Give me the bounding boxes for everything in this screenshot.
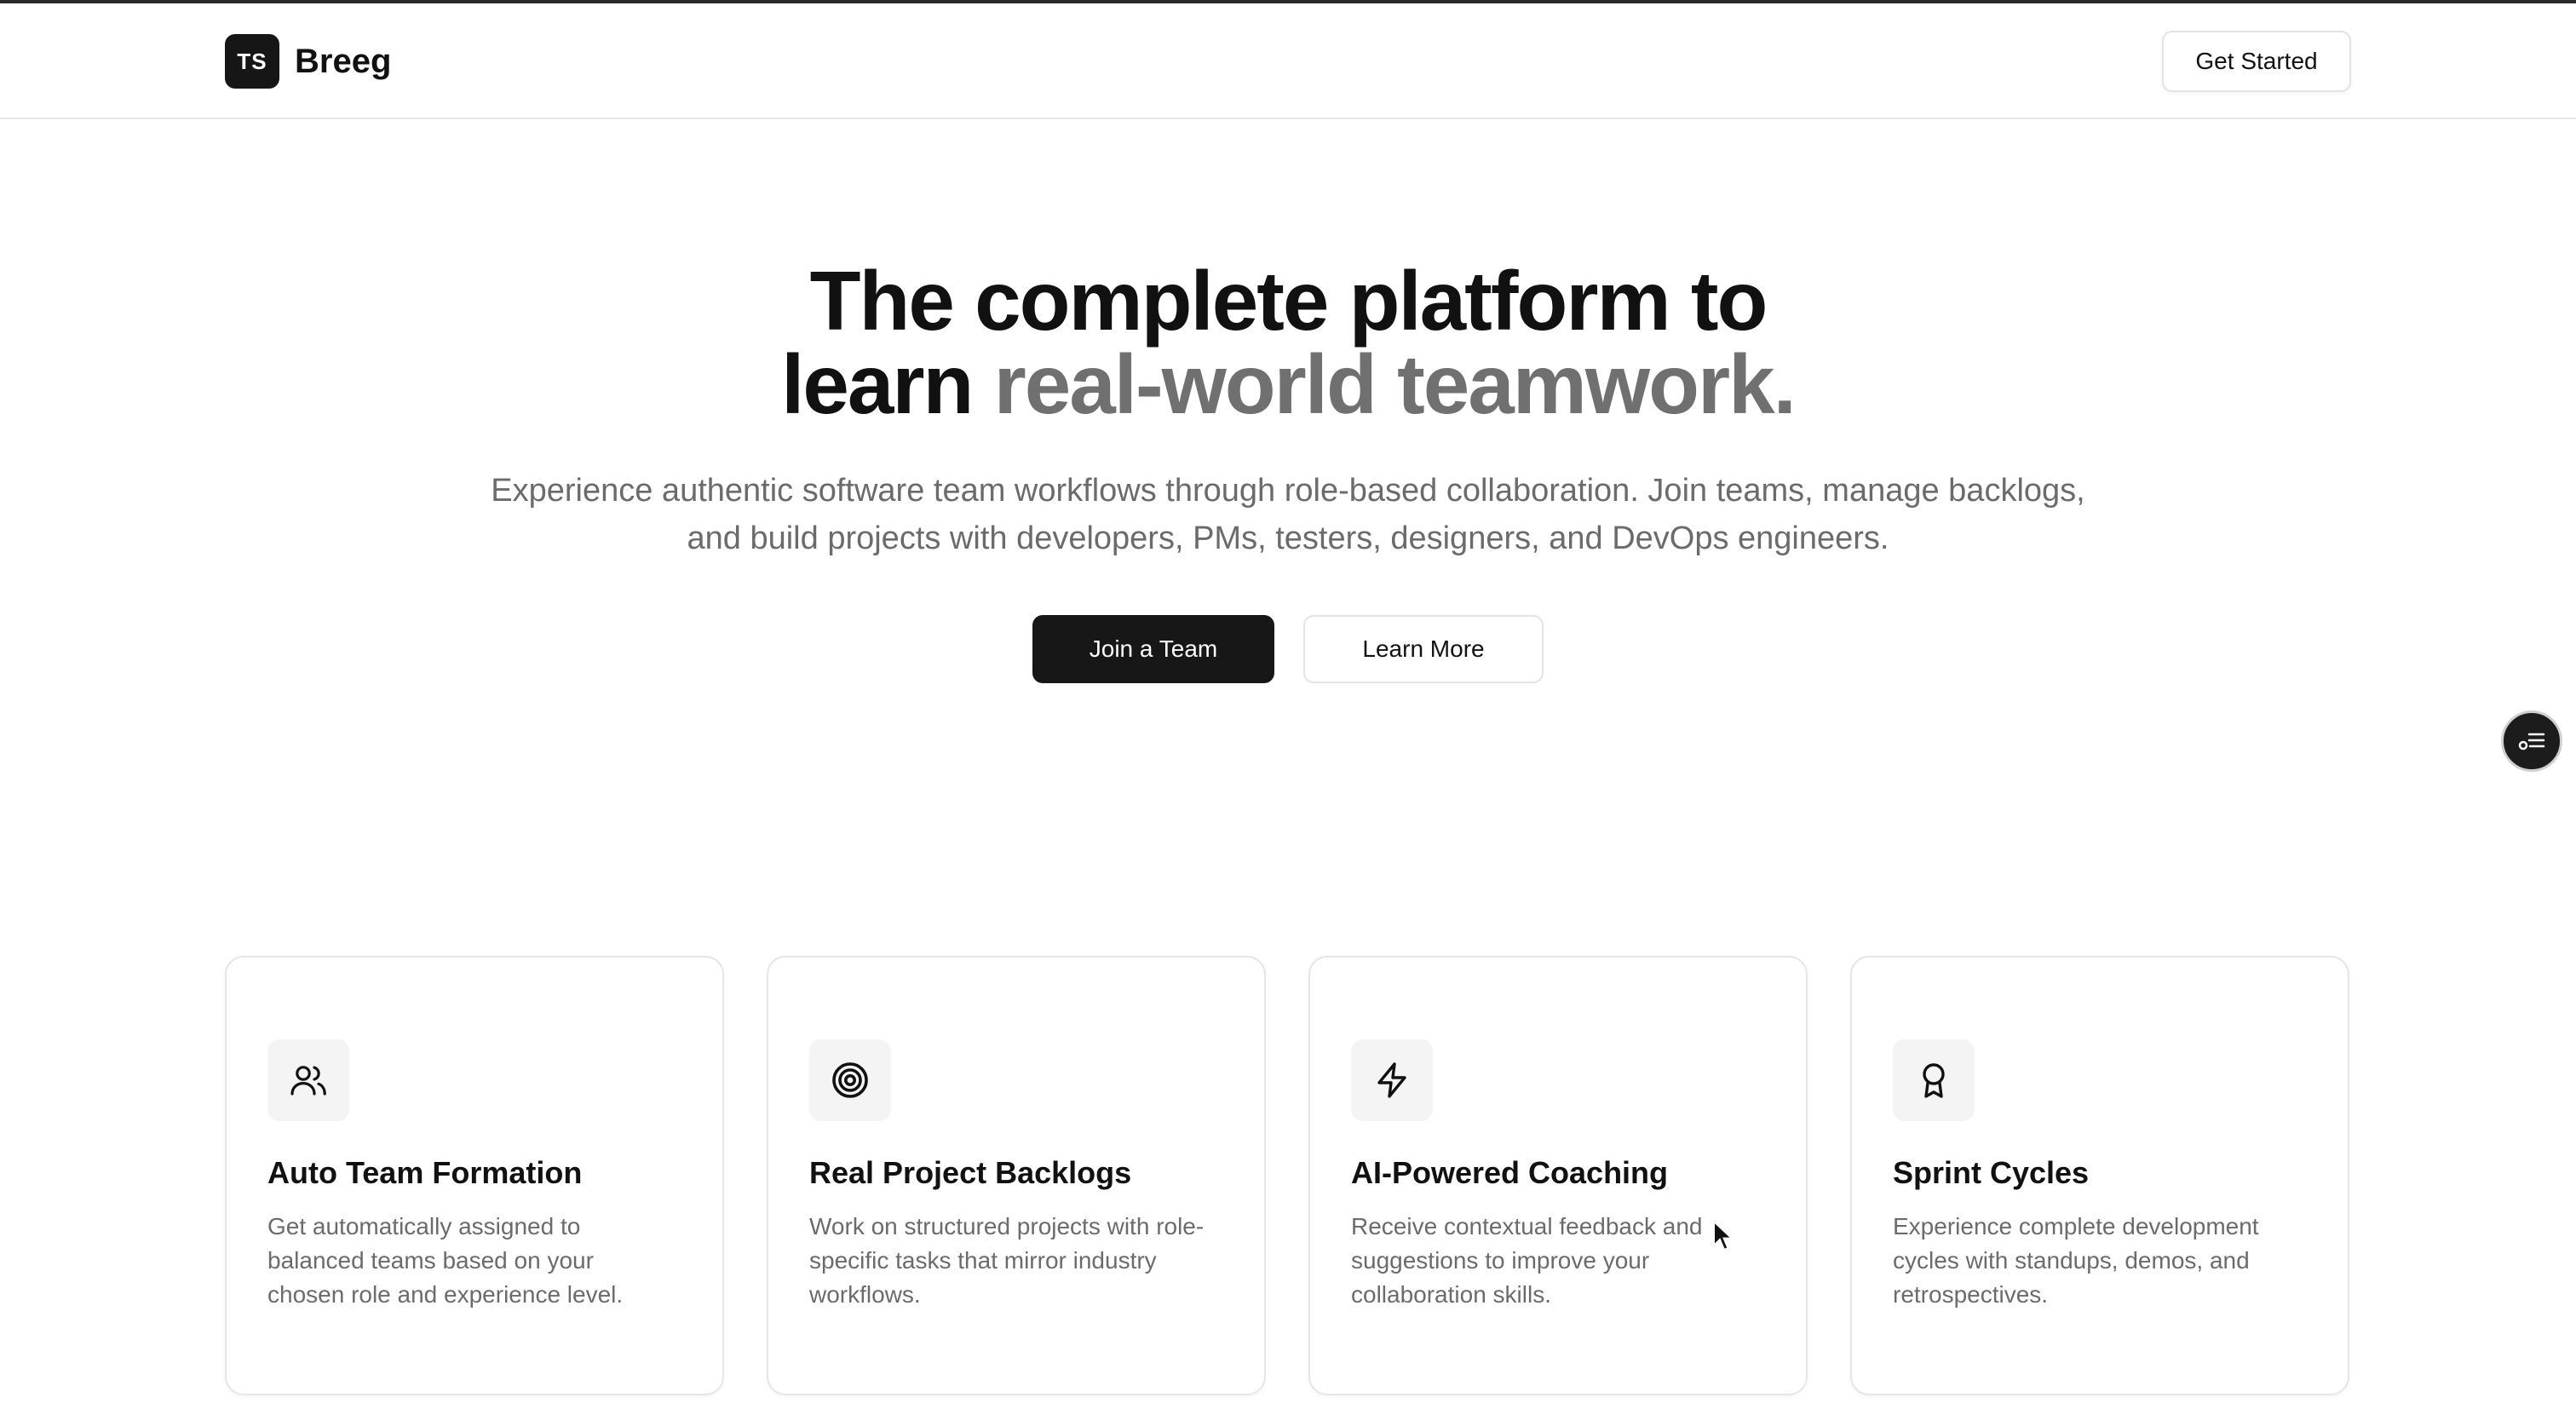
brand-name: Breeg: [295, 42, 392, 80]
award-icon: [1923, 1063, 1945, 1098]
feature-title: Auto Team Formation: [267, 1155, 583, 1190]
floating-menu-button[interactable]: [2501, 710, 2562, 772]
hero-title-line1: The complete platform to: [809, 254, 1768, 348]
feature-card-auto-team: Auto Team Formation Get automatically as…: [225, 956, 724, 1395]
feature-description: Work on structured projects with role-sp…: [809, 1213, 1205, 1308]
mouse-cursor-icon: [1713, 1220, 1734, 1251]
feature-icon-box: [267, 1039, 349, 1121]
feature-title: AI-Powered Coaching: [1351, 1155, 1669, 1190]
top-navbar: TS Breeg Get Started: [0, 3, 2576, 119]
feature-description: Receive contextual feedback and suggesti…: [1351, 1213, 1703, 1308]
feature-card-backlogs: Real Project Backlogs Work on structured…: [767, 956, 1266, 1395]
join-team-button[interactable]: Join a Team: [1032, 615, 1274, 683]
list-settings-icon: [2518, 733, 2545, 751]
lightning-icon: [1377, 1062, 1406, 1098]
feature-icon-box: [809, 1039, 891, 1121]
feature-title: Sprint Cycles: [1893, 1155, 2090, 1190]
get-started-button[interactable]: Get Started: [2162, 31, 2351, 92]
hero-title-line2-dark: learn: [781, 337, 994, 431]
brand[interactable]: TS Breeg: [225, 34, 391, 89]
hero-title: The complete platform to learn real-worl…: [0, 259, 2576, 426]
landing-page: TS Breeg Get Started The complete platfo…: [0, 0, 2576, 1409]
feature-card-ai-coaching: AI-Powered Coaching Receive contextual f…: [1308, 956, 1808, 1395]
feature-description: Experience complete development cycles w…: [1893, 1213, 2259, 1308]
hero-subtitle: Experience authentic software team workf…: [491, 473, 2085, 556]
hero-title-highlight: real-world teamwork.: [993, 337, 1797, 431]
users-icon: [290, 1066, 326, 1096]
target-icon: [832, 1062, 868, 1098]
feature-icon-box: [1351, 1039, 1433, 1121]
features-grid: Auto Team Formation Get automatically as…: [225, 956, 2349, 1395]
feature-icon-box: [1893, 1039, 1975, 1121]
feature-description: Get automatically assigned to balanced t…: [267, 1213, 624, 1308]
feature-card-sprint-cycles: Sprint Cycles Experience complete develo…: [1850, 956, 2349, 1395]
learn-more-button[interactable]: Learn More: [1303, 615, 1544, 683]
hero-cta-group: Join a Team Learn More: [0, 615, 2576, 683]
brand-logo: TS: [225, 34, 279, 89]
feature-title: Real Project Backlogs: [809, 1155, 1132, 1190]
